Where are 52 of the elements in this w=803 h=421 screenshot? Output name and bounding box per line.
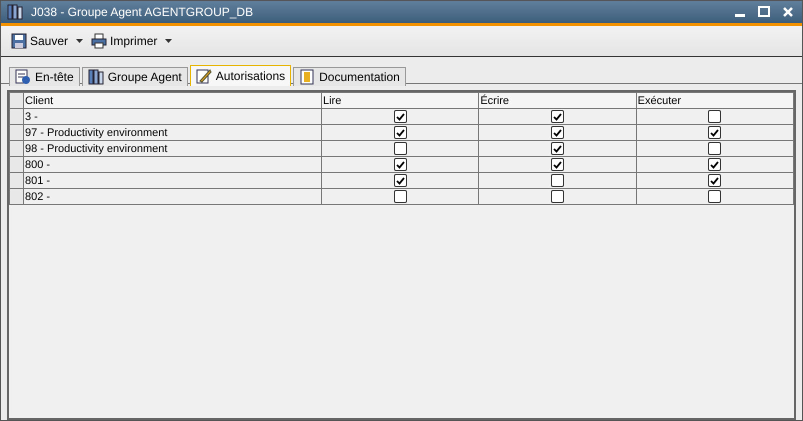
- checkbox[interactable]: [550, 174, 564, 187]
- checkbox[interactable]: [550, 142, 564, 155]
- table-cell: 802 -: [24, 188, 322, 204]
- column-header[interactable]: Client: [24, 92, 322, 108]
- checkbox[interactable]: [394, 142, 407, 155]
- row-header[interactable]: [10, 108, 24, 124]
- window-icon: [7, 4, 23, 20]
- table-cell: 801 -: [24, 172, 322, 188]
- table-cell: 3 -: [24, 108, 322, 124]
- tab-icon: [196, 68, 212, 84]
- print-button[interactable]: Imprimer: [89, 31, 160, 51]
- close-icon[interactable]: [780, 5, 796, 19]
- checkbox[interactable]: [394, 190, 407, 203]
- checkbox[interactable]: [708, 158, 722, 171]
- row-header[interactable]: [10, 172, 24, 188]
- column-header[interactable]: Écrire: [478, 92, 636, 108]
- window-title: J038 - Groupe Agent AGENTGROUP_DB: [31, 5, 254, 19]
- checkbox[interactable]: [394, 110, 407, 123]
- printer-icon: [91, 33, 108, 49]
- checkbox[interactable]: [708, 142, 722, 155]
- row-header[interactable]: [10, 156, 24, 172]
- tab-icon: [15, 69, 31, 85]
- column-header[interactable]: Lire: [322, 92, 479, 108]
- checkbox[interactable]: [708, 190, 722, 203]
- checkbox[interactable]: [550, 158, 564, 171]
- row-header[interactable]: [10, 188, 24, 204]
- checkbox[interactable]: [394, 174, 407, 187]
- checkbox[interactable]: [708, 110, 722, 123]
- checkbox[interactable]: [550, 126, 564, 139]
- table-cell: 98 - Productivity environment: [24, 140, 322, 156]
- checkbox[interactable]: [708, 174, 722, 187]
- maximize-icon[interactable]: [756, 5, 772, 19]
- tab[interactable]: En-tête: [9, 67, 80, 86]
- row-header[interactable]: [10, 124, 24, 140]
- column-header[interactable]: Exécuter: [636, 92, 794, 108]
- checkbox[interactable]: [708, 126, 722, 139]
- table-cell: 800 -: [24, 156, 322, 172]
- tab[interactable]: Autorisations: [190, 65, 292, 86]
- caret-icon[interactable]: [165, 39, 172, 43]
- row-header[interactable]: [10, 140, 24, 156]
- tab[interactable]: Groupe Agent: [82, 67, 188, 86]
- table-cell: 97 - Productivity environment: [24, 124, 322, 140]
- tab[interactable]: Documentation: [293, 67, 406, 86]
- caret-icon[interactable]: [76, 39, 84, 43]
- save-button[interactable]: Sauver: [9, 31, 70, 51]
- checkbox[interactable]: [550, 110, 564, 123]
- checkbox[interactable]: [394, 126, 407, 139]
- checkbox[interactable]: [550, 190, 564, 203]
- tab-icon: [299, 69, 316, 85]
- tab-icon: [88, 69, 104, 85]
- corner-cell: [10, 92, 24, 108]
- checkbox[interactable]: [394, 158, 407, 171]
